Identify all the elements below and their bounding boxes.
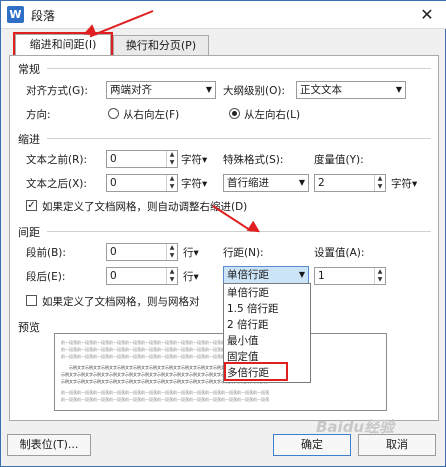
close-button[interactable]: ✕ bbox=[407, 1, 446, 29]
indent-after-input[interactable]: 0 ▲ ▼ bbox=[106, 174, 178, 192]
rtl-label: 从右向左(F) bbox=[123, 109, 180, 121]
spinner-icon[interactable]: ▲ ▼ bbox=[374, 268, 385, 284]
paragraph-dialog: W 段落 ✕ 缩进和间距(I) 换行和分页(P) 常规 对齐方式(G): 两端对… bbox=[0, 0, 446, 467]
spinner-icon[interactable]: ▲ ▼ bbox=[166, 175, 177, 191]
snap-to-grid-label: 如果定义了文档网格，则与网格对 bbox=[42, 296, 200, 308]
indent-before-value: 0 bbox=[110, 153, 117, 165]
option-at-least[interactable]: 最小值 bbox=[224, 334, 310, 349]
alignment-select[interactable]: 两端对齐 ▼ bbox=[106, 81, 216, 99]
special-format-value: 首行缩进 bbox=[227, 177, 269, 189]
line-spacing-select[interactable]: 单倍行距 ▼ bbox=[223, 266, 309, 284]
line-spacing-label: 行距(N): bbox=[223, 247, 264, 259]
setting-value: 1 bbox=[318, 270, 325, 282]
setting-value-label: 设置值(A): bbox=[314, 247, 365, 259]
wps-writer-icon: W bbox=[7, 6, 24, 23]
outline-level-label: 大纲级别(O): bbox=[223, 85, 285, 97]
preview-section-title: 预览 bbox=[18, 321, 40, 334]
preview-box: 前一段落前一段落前一段落前一段落前一段落前一段落前一段落前一段落前一段落前一段落… bbox=[54, 333, 387, 411]
spinner-icon[interactable]: ▲ ▼ bbox=[166, 244, 177, 260]
spinner-icon[interactable]: ▲ ▼ bbox=[166, 268, 177, 284]
indent-after-unit[interactable]: 字符▾ bbox=[181, 176, 207, 191]
outline-level-value: 正文文本 bbox=[300, 84, 342, 96]
space-after-value: 0 bbox=[110, 270, 117, 282]
tab-stops-button[interactable]: 制表位(T)... bbox=[7, 434, 91, 456]
preview-line: 前一段落前一段落前一段落前一段落前一段落前一段落前一段落前一段落前一段落前一段落… bbox=[61, 397, 269, 402]
special-format-select[interactable]: 首行缩进 ▼ bbox=[223, 174, 309, 192]
chevron-down-icon: ▼ bbox=[205, 85, 212, 94]
space-before-unit[interactable]: 行▾ bbox=[183, 245, 199, 260]
chevron-down-icon: ▼ bbox=[298, 178, 305, 187]
title-bar[interactable]: W 段落 ✕ bbox=[1, 1, 446, 29]
indent-before-label: 文本之前(R): bbox=[26, 154, 88, 166]
measure-input[interactable]: 2 ▲ ▼ bbox=[314, 174, 386, 192]
space-before-label: 段前(B): bbox=[26, 247, 66, 259]
watermark: Baidu经验 bbox=[316, 418, 395, 436]
alignment-label: 对齐方式(G): bbox=[26, 85, 88, 97]
spacing-divider bbox=[47, 231, 431, 232]
outline-level-select[interactable]: 正文文本 ▼ bbox=[296, 81, 406, 99]
measure-label: 度量值(Y): bbox=[314, 154, 364, 166]
preview-line: 前一段落前一段落前一段落前一段落前一段落前一段落前一段落前一段落前一段落前一段落… bbox=[61, 390, 269, 395]
indent-after-label: 文本之后(X): bbox=[26, 178, 87, 190]
space-before-input[interactable]: 0 ▲ ▼ bbox=[106, 243, 178, 261]
general-divider bbox=[47, 68, 431, 69]
ok-button[interactable]: 确定 bbox=[273, 434, 351, 456]
indent-after-value: 0 bbox=[110, 177, 117, 189]
space-after-input[interactable]: 0 ▲ ▼ bbox=[106, 267, 178, 285]
dialog-title: 段落 bbox=[31, 9, 56, 23]
indent-section-title: 缩进 bbox=[18, 133, 40, 146]
option-single[interactable]: 单倍行距 bbox=[224, 286, 310, 301]
alignment-value: 两端对齐 bbox=[110, 84, 152, 96]
ltr-radio[interactable] bbox=[229, 108, 240, 119]
spinner-icon[interactable]: ▲ ▼ bbox=[374, 175, 385, 191]
space-before-value: 0 bbox=[110, 246, 117, 258]
spinner-icon[interactable]: ▲ ▼ bbox=[166, 151, 177, 167]
measure-value: 2 bbox=[318, 177, 325, 189]
indent-before-unit[interactable]: 字符▾ bbox=[181, 152, 207, 167]
measure-unit[interactable]: 字符▾ bbox=[391, 176, 417, 191]
cancel-button[interactable]: 取消 bbox=[358, 434, 436, 456]
setting-value-input[interactable]: 1 ▲ ▼ bbox=[314, 267, 386, 285]
ltr-label: 从左向右(L) bbox=[244, 109, 301, 121]
chevron-down-icon: ▼ bbox=[298, 270, 305, 279]
space-after-unit[interactable]: 行▾ bbox=[183, 269, 199, 284]
spacing-section-title: 间距 bbox=[18, 226, 40, 239]
indent-divider bbox=[47, 138, 431, 139]
option-double[interactable]: 2 倍行距 bbox=[224, 318, 310, 333]
space-after-label: 段后(E): bbox=[26, 271, 66, 283]
auto-adjust-indent-checkbox[interactable]: ✓ bbox=[26, 200, 37, 211]
indent-before-input[interactable]: 0 ▲ ▼ bbox=[106, 150, 178, 168]
tab-line-page-breaks[interactable]: 换行和分页(P) bbox=[113, 35, 209, 57]
snap-to-grid-checkbox[interactable] bbox=[26, 295, 37, 306]
general-section-title: 常规 bbox=[18, 63, 40, 76]
chevron-down-icon: ▼ bbox=[395, 85, 402, 94]
direction-label: 方向: bbox=[26, 109, 51, 121]
multiple-option-highlight-box bbox=[224, 362, 288, 381]
line-spacing-value: 单倍行距 bbox=[227, 269, 269, 281]
option-one-half[interactable]: 1.5 倍行距 bbox=[224, 302, 310, 317]
special-format-label: 特殊格式(S): bbox=[223, 154, 284, 166]
rtl-radio[interactable] bbox=[108, 108, 119, 119]
